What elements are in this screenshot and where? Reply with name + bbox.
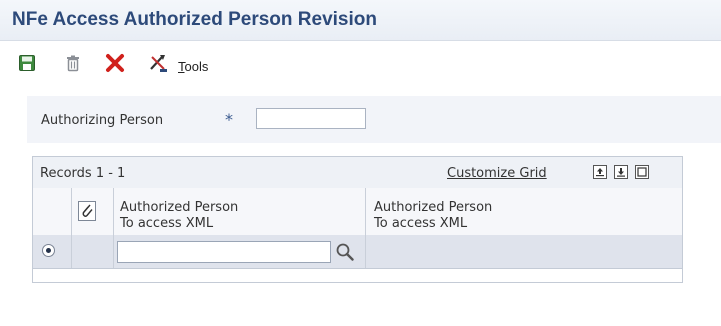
column-divider (365, 235, 366, 268)
records-count: Records 1 - 1 (40, 166, 126, 181)
column-divider (71, 188, 72, 235)
authorized-person-input[interactable] (117, 241, 331, 263)
column-header-authorized-person[interactable]: Authorized Person To access XML (120, 200, 238, 232)
save-icon (18, 54, 36, 76)
column-header-line1: Authorized Person (120, 200, 239, 215)
search-button[interactable] (335, 242, 355, 262)
column-header-line2: To access XML (120, 216, 214, 231)
grid-header: Records 1 - 1 Customize Grid (33, 157, 682, 189)
search-icon (335, 243, 355, 266)
tools-menu-label[interactable]: Tools (178, 59, 208, 74)
authorizing-person-input[interactable] (256, 108, 366, 129)
delete-button[interactable] (62, 54, 84, 76)
toolbar: Tools (0, 52, 721, 78)
tools-icon (148, 53, 170, 77)
import-icon[interactable] (614, 165, 628, 179)
row-select-radio[interactable] (42, 244, 55, 257)
authorizing-person-label: Authorizing Person (41, 113, 164, 128)
column-header-line2: To access XML (374, 216, 468, 231)
column-divider (113, 235, 114, 268)
tools-button[interactable] (148, 54, 170, 76)
export-icon[interactable] (593, 165, 607, 179)
table-row[interactable] (33, 235, 682, 269)
title-bar: NFe Access Authorized Person Revision (0, 0, 721, 41)
column-divider (113, 188, 114, 235)
column-header-authorized-person-desc[interactable]: Authorized Person To access XML (374, 200, 492, 232)
column-divider (71, 235, 72, 268)
header-form: Authorizing Person * (27, 96, 721, 143)
attachment-icon[interactable] (78, 201, 96, 221)
page-title: NFe Access Authorized Person Revision (12, 9, 377, 30)
column-divider (365, 188, 366, 235)
maximize-grid-icon[interactable] (635, 165, 649, 179)
tools-label-rest: ools (184, 59, 209, 74)
save-button[interactable] (16, 54, 38, 76)
cancel-button[interactable] (104, 54, 126, 76)
required-indicator: * (225, 110, 233, 129)
close-icon (105, 53, 125, 77)
column-header-line1: Authorized Person (374, 200, 493, 215)
trash-icon (64, 54, 82, 76)
records-grid: Records 1 - 1 Customize Grid Authorized … (32, 156, 683, 283)
customize-grid-link[interactable]: Customize Grid (447, 166, 547, 181)
column-headers: Authorized Person To access XML Authoriz… (33, 188, 682, 236)
